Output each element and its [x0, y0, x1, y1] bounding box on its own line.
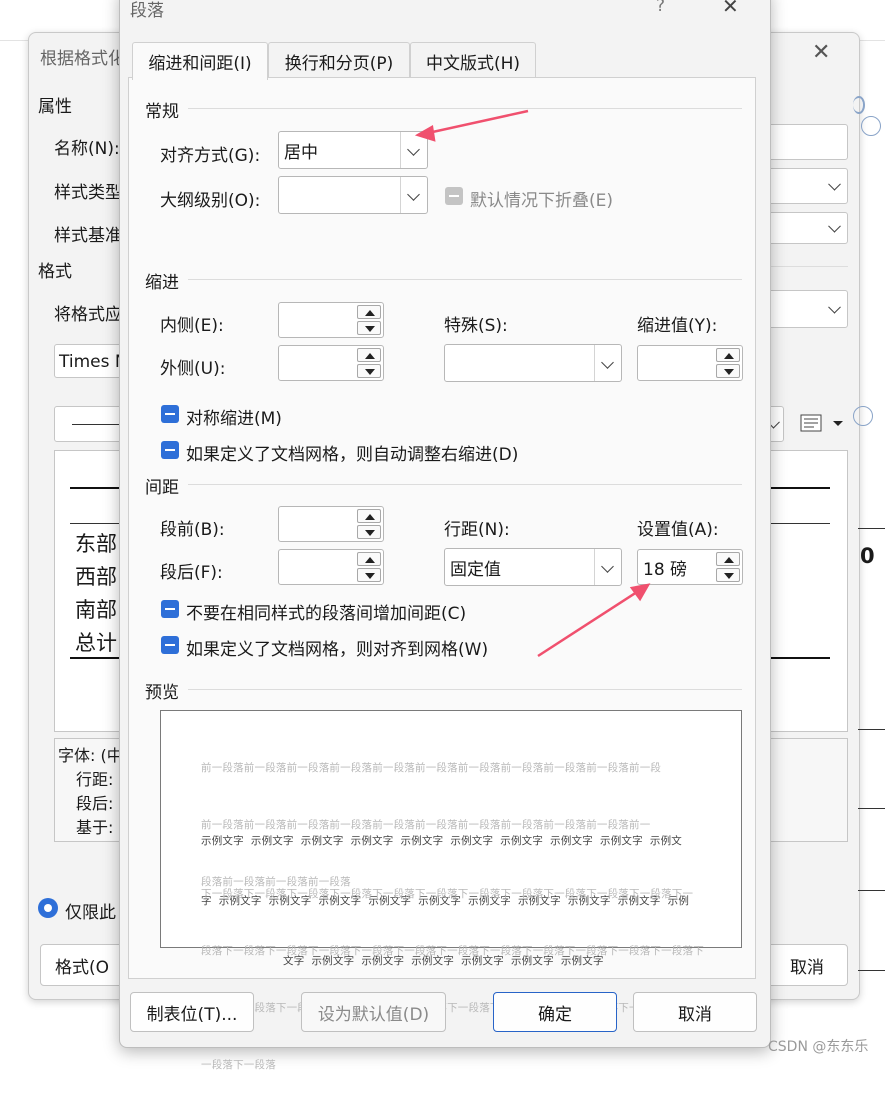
annotation-arrows — [414, 109, 651, 658]
arrow-line-alignment — [427, 109, 529, 135]
tab-label: 缩进和间距(I) — [148, 54, 252, 74]
tab-indent-spacing[interactable]: 缩进和间距(I) — [132, 42, 268, 80]
watermark: CSDN @东东乐 — [768, 1039, 869, 1055]
arrow-head-alignment — [414, 125, 436, 142]
arrow-line-spacing — [537, 588, 641, 658]
arrow-head-spacing — [629, 583, 651, 602]
